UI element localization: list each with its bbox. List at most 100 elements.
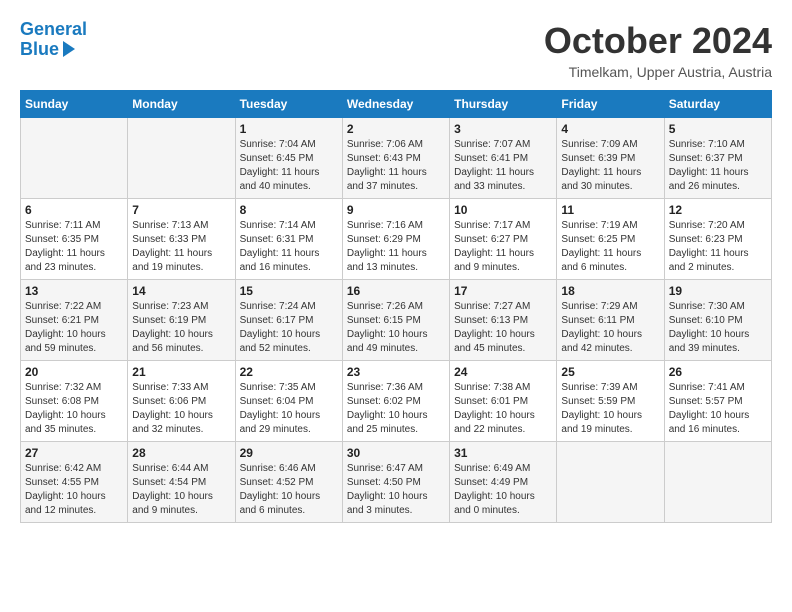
day-info: Sunrise: 7:13 AM Sunset: 6:33 PM Dayligh… (132, 219, 230, 275)
calendar-body: 1 Sunrise: 7:04 AM Sunset: 6:45 PM Daylig… (21, 118, 772, 523)
column-header-thursday: Thursday (450, 91, 557, 118)
day-number: 17 (454, 284, 552, 298)
day-number: 12 (669, 203, 767, 217)
day-number: 11 (561, 203, 659, 217)
calendar-cell (128, 118, 235, 199)
calendar-cell: 1 Sunrise: 7:04 AM Sunset: 6:45 PM Daylig… (235, 118, 342, 199)
logo-text: General (20, 20, 87, 40)
calendar-cell: 24 Sunrise: 7:38 AM Sunset: 6:01 PM Dayli… (450, 361, 557, 442)
day-number: 10 (454, 203, 552, 217)
calendar-week-row: 1 Sunrise: 7:04 AM Sunset: 6:45 PM Daylig… (21, 118, 772, 199)
logo-general: General (20, 19, 87, 39)
day-number: 28 (132, 446, 230, 460)
day-number: 6 (25, 203, 123, 217)
logo-blue: Blue (20, 40, 59, 60)
day-number: 13 (25, 284, 123, 298)
calendar-cell: 23Sunrise: 7:36 AM Sunset: 6:02 PM Dayli… (342, 361, 449, 442)
column-header-saturday: Saturday (664, 91, 771, 118)
calendar-cell: 9 Sunrise: 7:16 AM Sunset: 6:29 PM Daylig… (342, 199, 449, 280)
column-header-wednesday: Wednesday (342, 91, 449, 118)
day-number: 23 (347, 365, 445, 379)
day-info: Sunrise: 7:39 AM Sunset: 5:59 PM Dayligh… (561, 381, 659, 437)
calendar-cell: 18Sunrise: 7:29 AM Sunset: 6:11 PM Dayli… (557, 280, 664, 361)
calendar-cell (21, 118, 128, 199)
day-info: Sunrise: 7:23 AM Sunset: 6:19 PM Dayligh… (132, 300, 230, 356)
calendar-table: SundayMondayTuesdayWednesdayThursdayFrid… (20, 90, 772, 523)
calendar-cell: 30Sunrise: 6:47 AM Sunset: 4:50 PM Dayli… (342, 442, 449, 523)
day-number: 15 (240, 284, 338, 298)
calendar-week-row: 6 Sunrise: 7:11 AM Sunset: 6:35 PM Daylig… (21, 199, 772, 280)
day-number: 9 (347, 203, 445, 217)
day-info: Sunrise: 7:22 AM Sunset: 6:21 PM Dayligh… (25, 300, 123, 356)
day-info: Sunrise: 7:11 AM Sunset: 6:35 PM Dayligh… (25, 219, 123, 275)
logo-arrow-icon (63, 41, 75, 57)
day-info: Sunrise: 6:46 AM Sunset: 4:52 PM Dayligh… (240, 462, 338, 518)
calendar-week-row: 13 Sunrise: 7:22 AM Sunset: 6:21 PM Dayli… (21, 280, 772, 361)
day-info: Sunrise: 7:10 AM Sunset: 6:37 PM Dayligh… (669, 138, 767, 194)
calendar-cell: 28 Sunrise: 6:44 AM Sunset: 4:54 PM Dayli… (128, 442, 235, 523)
calendar-cell: 6 Sunrise: 7:11 AM Sunset: 6:35 PM Daylig… (21, 199, 128, 280)
calendar-cell: 4 Sunrise: 7:09 AM Sunset: 6:39 PM Daylig… (557, 118, 664, 199)
calendar-cell: 31Sunrise: 6:49 AM Sunset: 4:49 PM Dayli… (450, 442, 557, 523)
calendar-cell: 8Sunrise: 7:14 AM Sunset: 6:31 PM Daylig… (235, 199, 342, 280)
day-info: Sunrise: 6:44 AM Sunset: 4:54 PM Dayligh… (132, 462, 230, 518)
month-title: October 2024 (544, 20, 772, 62)
calendar-cell: 20Sunrise: 7:32 AM Sunset: 6:08 PM Dayli… (21, 361, 128, 442)
calendar-cell: 5 Sunrise: 7:10 AM Sunset: 6:37 PM Daylig… (664, 118, 771, 199)
day-number: 5 (669, 122, 767, 136)
day-info: Sunrise: 7:32 AM Sunset: 6:08 PM Dayligh… (25, 381, 123, 437)
day-number: 19 (669, 284, 767, 298)
day-number: 24 (454, 365, 552, 379)
calendar-cell: 11Sunrise: 7:19 AM Sunset: 6:25 PM Dayli… (557, 199, 664, 280)
calendar-week-row: 20Sunrise: 7:32 AM Sunset: 6:08 PM Dayli… (21, 361, 772, 442)
day-info: Sunrise: 7:06 AM Sunset: 6:43 PM Dayligh… (347, 138, 445, 194)
day-number: 25 (561, 365, 659, 379)
day-info: Sunrise: 7:35 AM Sunset: 6:04 PM Dayligh… (240, 381, 338, 437)
calendar-cell: 12Sunrise: 7:20 AM Sunset: 6:23 PM Dayli… (664, 199, 771, 280)
day-number: 27 (25, 446, 123, 460)
day-number: 3 (454, 122, 552, 136)
column-header-sunday: Sunday (21, 91, 128, 118)
day-number: 22 (240, 365, 338, 379)
day-info: Sunrise: 7:09 AM Sunset: 6:39 PM Dayligh… (561, 138, 659, 194)
day-info: Sunrise: 7:14 AM Sunset: 6:31 PM Dayligh… (240, 219, 338, 275)
day-info: Sunrise: 7:16 AM Sunset: 6:29 PM Dayligh… (347, 219, 445, 275)
day-number: 30 (347, 446, 445, 460)
day-info: Sunrise: 7:04 AM Sunset: 6:45 PM Dayligh… (240, 138, 338, 194)
day-number: 29 (240, 446, 338, 460)
calendar-cell: 14Sunrise: 7:23 AM Sunset: 6:19 PM Dayli… (128, 280, 235, 361)
calendar-cell: 16Sunrise: 7:26 AM Sunset: 6:15 PM Dayli… (342, 280, 449, 361)
day-info: Sunrise: 6:42 AM Sunset: 4:55 PM Dayligh… (25, 462, 123, 518)
calendar-cell: 7 Sunrise: 7:13 AM Sunset: 6:33 PM Daylig… (128, 199, 235, 280)
calendar-cell: 10Sunrise: 7:17 AM Sunset: 6:27 PM Dayli… (450, 199, 557, 280)
calendar-cell: 21Sunrise: 7:33 AM Sunset: 6:06 PM Dayli… (128, 361, 235, 442)
calendar-week-row: 27 Sunrise: 6:42 AM Sunset: 4:55 PM Dayli… (21, 442, 772, 523)
day-info: Sunrise: 7:41 AM Sunset: 5:57 PM Dayligh… (669, 381, 767, 437)
day-number: 7 (132, 203, 230, 217)
calendar-cell: 29 Sunrise: 6:46 AM Sunset: 4:52 PM Dayli… (235, 442, 342, 523)
calendar-cell: 19Sunrise: 7:30 AM Sunset: 6:10 PM Dayli… (664, 280, 771, 361)
day-number: 26 (669, 365, 767, 379)
day-info: Sunrise: 7:38 AM Sunset: 6:01 PM Dayligh… (454, 381, 552, 437)
calendar-cell: 3 Sunrise: 7:07 AM Sunset: 6:41 PM Daylig… (450, 118, 557, 199)
calendar-cell: 26 Sunrise: 7:41 AM Sunset: 5:57 PM Dayli… (664, 361, 771, 442)
day-info: Sunrise: 7:07 AM Sunset: 6:41 PM Dayligh… (454, 138, 552, 194)
title-block: October 2024 Timelkam, Upper Austria, Au… (544, 20, 772, 80)
calendar-cell: 27 Sunrise: 6:42 AM Sunset: 4:55 PM Dayli… (21, 442, 128, 523)
day-info: Sunrise: 7:27 AM Sunset: 6:13 PM Dayligh… (454, 300, 552, 356)
calendar-cell: 2 Sunrise: 7:06 AM Sunset: 6:43 PM Daylig… (342, 118, 449, 199)
calendar-cell: 22 Sunrise: 7:35 AM Sunset: 6:04 PM Dayli… (235, 361, 342, 442)
calendar-cell: 25 Sunrise: 7:39 AM Sunset: 5:59 PM Dayli… (557, 361, 664, 442)
page-header: General Blue October 2024 Timelkam, Uppe… (20, 20, 772, 80)
calendar-header-row: SundayMondayTuesdayWednesdayThursdayFrid… (21, 91, 772, 118)
calendar-cell (664, 442, 771, 523)
day-number: 4 (561, 122, 659, 136)
column-header-friday: Friday (557, 91, 664, 118)
day-number: 2 (347, 122, 445, 136)
day-number: 1 (240, 122, 338, 136)
day-info: Sunrise: 7:24 AM Sunset: 6:17 PM Dayligh… (240, 300, 338, 356)
calendar-cell: 17 Sunrise: 7:27 AM Sunset: 6:13 PM Dayli… (450, 280, 557, 361)
calendar-cell: 15 Sunrise: 7:24 AM Sunset: 6:17 PM Dayli… (235, 280, 342, 361)
column-header-monday: Monday (128, 91, 235, 118)
calendar-cell: 13 Sunrise: 7:22 AM Sunset: 6:21 PM Dayli… (21, 280, 128, 361)
